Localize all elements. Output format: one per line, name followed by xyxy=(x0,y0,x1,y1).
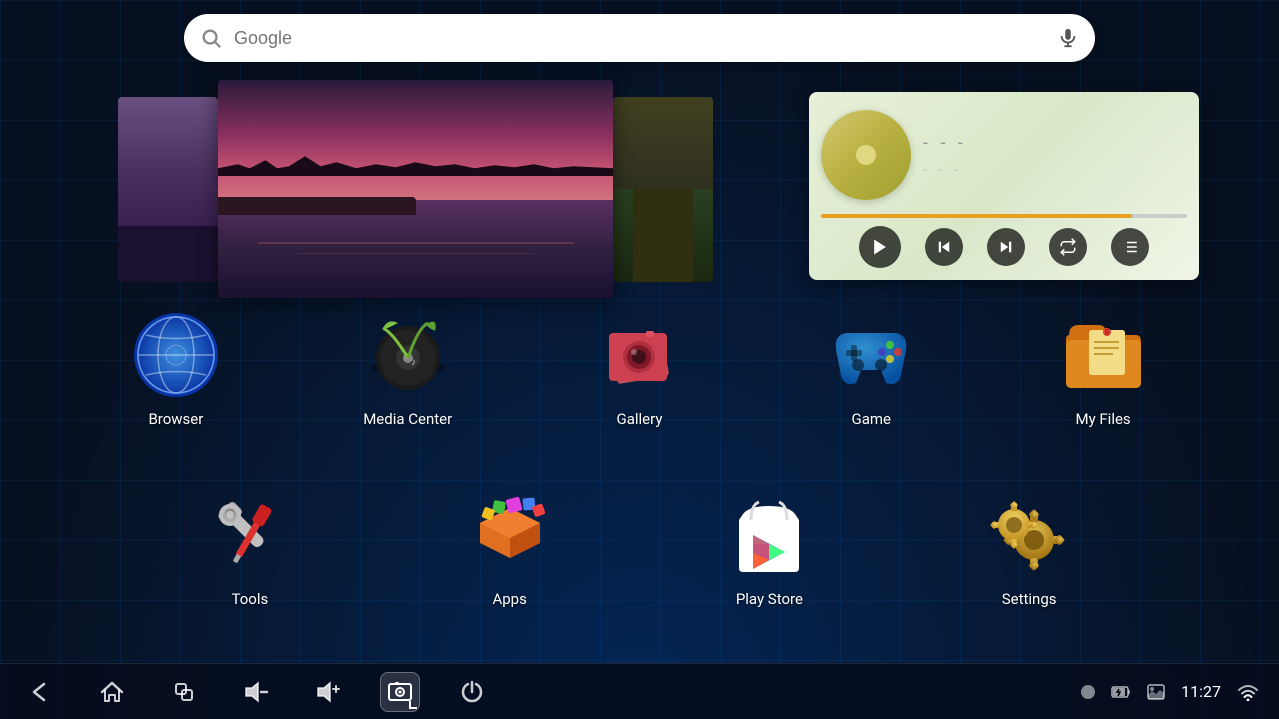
app-gallery[interactable]: Gallery xyxy=(579,310,699,428)
signal-indicator xyxy=(1081,685,1095,699)
battery-icon xyxy=(1111,685,1131,699)
volume-down-button[interactable] xyxy=(236,672,276,712)
search-icon xyxy=(200,27,222,49)
music-controls xyxy=(821,226,1187,268)
apps-icon xyxy=(465,490,555,580)
play-store-icon xyxy=(724,490,814,580)
home-button[interactable] xyxy=(92,672,132,712)
apps-row-1: Browser ♪ Media Center xyxy=(0,310,1279,428)
app-game[interactable]: Game xyxy=(811,310,931,428)
recent-apps-button[interactable] xyxy=(164,672,204,712)
time-display: 11:27 xyxy=(1181,682,1221,701)
app-tools[interactable]: Tools xyxy=(190,490,310,608)
my-files-icon xyxy=(1058,310,1148,400)
volume-up-button[interactable] xyxy=(308,672,348,712)
apps-row-2: Tools Apps xyxy=(0,490,1279,608)
tools-label: Tools xyxy=(232,590,269,608)
play-store-label: Play Store xyxy=(736,590,803,608)
repeat-button[interactable] xyxy=(1049,228,1087,266)
music-note-icon: ♪ xyxy=(860,135,874,168)
power-button[interactable] xyxy=(452,672,492,712)
apps-label: Apps xyxy=(492,590,526,608)
gallery-main-photo[interactable] xyxy=(218,80,613,298)
fast-forward-button[interactable] xyxy=(987,228,1025,266)
music-top: ♪ - - - - - - xyxy=(821,104,1187,206)
app-browser[interactable]: Browser xyxy=(116,310,236,428)
my-files-label: My Files xyxy=(1075,410,1130,428)
taskbar: 11:27 xyxy=(0,663,1279,719)
play-button[interactable] xyxy=(859,226,901,268)
settings-icon xyxy=(984,490,1074,580)
taskbar-left xyxy=(20,672,492,712)
search-bar xyxy=(184,14,1095,62)
game-label: Game xyxy=(852,410,892,428)
app-settings[interactable]: Settings xyxy=(969,490,1089,608)
music-progress-bar[interactable] xyxy=(821,214,1187,218)
settings-label: Settings xyxy=(1002,590,1057,608)
browser-label: Browser xyxy=(148,410,203,428)
gallery-icon xyxy=(594,310,684,400)
app-apps[interactable]: Apps xyxy=(450,490,570,608)
gallery-thumb-left[interactable] xyxy=(118,97,218,282)
rewind-button[interactable] xyxy=(925,228,963,266)
playlist-button[interactable] xyxy=(1111,228,1149,266)
svg-text:♪: ♪ xyxy=(411,357,416,368)
wifi-icon xyxy=(1237,683,1259,701)
track-artist: - - - xyxy=(923,162,1187,178)
screenshot-button[interactable] xyxy=(380,672,420,712)
game-icon xyxy=(826,310,916,400)
mic-icon[interactable] xyxy=(1057,27,1079,49)
gallery-thumb-right[interactable] xyxy=(613,97,713,282)
search-input[interactable] xyxy=(222,28,1057,49)
gallery-status-icon xyxy=(1147,684,1165,700)
gallery-widget xyxy=(118,80,718,298)
track-title: - - - xyxy=(923,133,1187,154)
media-center-label: Media Center xyxy=(363,410,452,428)
media-center-icon: ♪ xyxy=(363,310,453,400)
app-media-center[interactable]: ♪ Media Center xyxy=(348,310,468,428)
browser-icon xyxy=(131,310,221,400)
album-art: ♪ xyxy=(821,110,911,200)
tools-icon xyxy=(205,490,295,580)
app-play-store[interactable]: Play Store xyxy=(709,490,829,608)
back-button[interactable] xyxy=(20,672,60,712)
gallery-label: Gallery xyxy=(617,410,663,428)
taskbar-right: 11:27 xyxy=(1081,682,1259,701)
app-my-files[interactable]: My Files xyxy=(1043,310,1163,428)
music-info: - - - - - - xyxy=(923,133,1187,178)
music-progress-fill xyxy=(821,214,1132,218)
music-widget: ♪ - - - - - - xyxy=(809,92,1199,280)
